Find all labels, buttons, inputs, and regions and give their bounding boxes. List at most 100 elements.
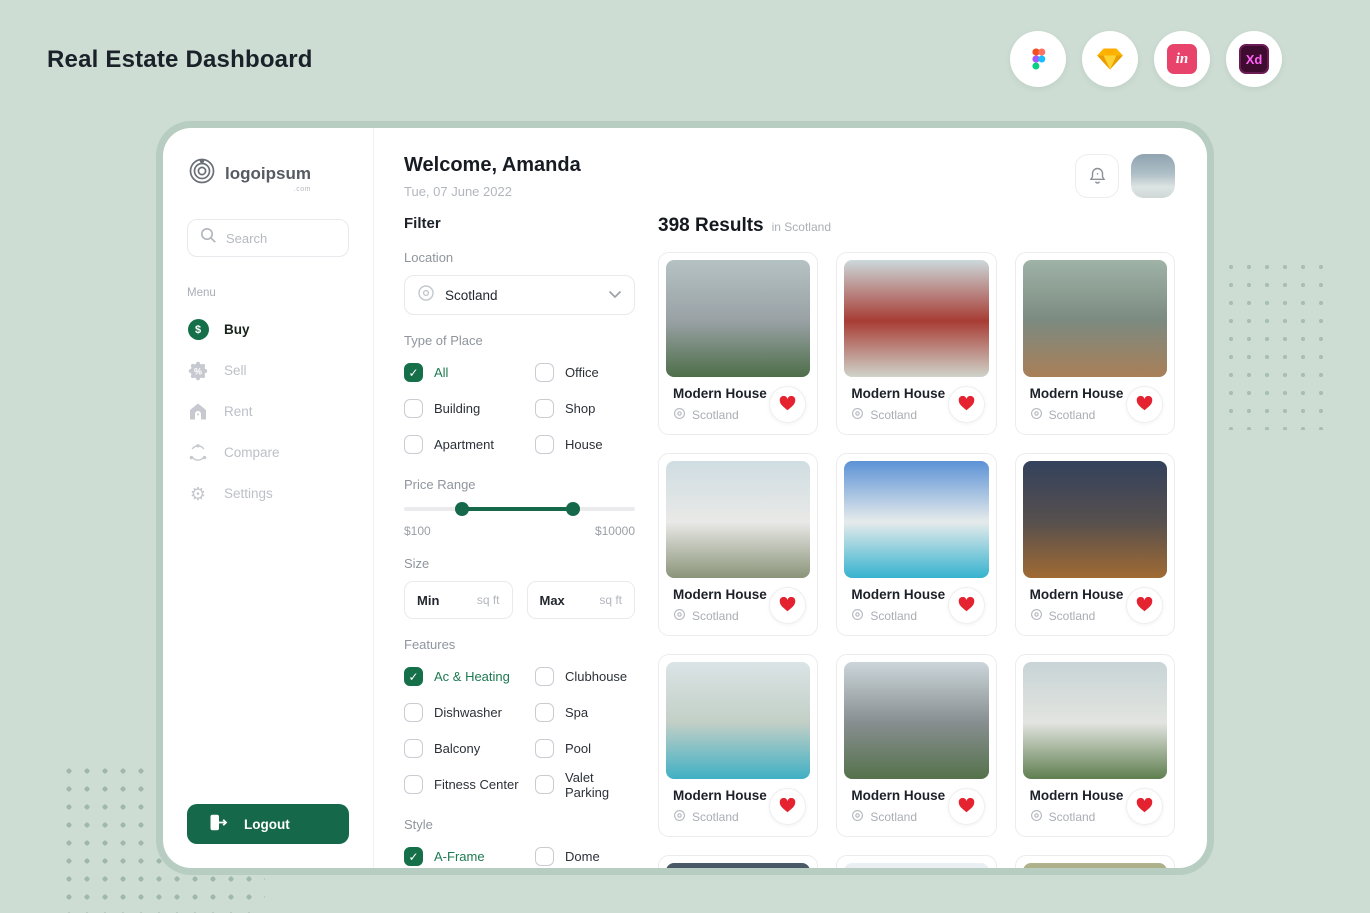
property-card[interactable]: Modern House Scotland: [658, 654, 818, 837]
checkbox-label: Valet Parking: [565, 770, 635, 800]
price-range-label: Price Range: [404, 477, 635, 492]
property-photo-modern-house-garden: [1023, 662, 1167, 779]
property-photo-gray-farmhouse: [844, 662, 988, 779]
property-title: Modern House: [673, 386, 767, 401]
property-location: Scotland: [870, 810, 917, 824]
location-value: Scotland: [445, 288, 498, 303]
checkbox-apartment[interactable]: Apartment: [404, 430, 535, 459]
checkbox-dishwasher[interactable]: Dishwasher: [404, 698, 535, 727]
property-card[interactable]: Modern HouseScotland: [1015, 855, 1175, 868]
features-group: ✓Ac & Heating Clubhouse Dishwasher SpaBalco…: [404, 662, 635, 799]
checkbox-label: Clubhouse: [565, 669, 627, 684]
favorite-button[interactable]: [769, 587, 806, 624]
logo-text: logoipsum .com: [225, 164, 311, 184]
checkbox-pool[interactable]: Pool: [535, 734, 635, 763]
menu-section-label: Menu: [187, 287, 349, 299]
heart-icon: [779, 798, 796, 816]
property-title: Modern House: [1030, 788, 1124, 803]
checkbox-building[interactable]: Building: [404, 394, 535, 423]
sketch-icon[interactable]: [1082, 31, 1138, 87]
style-group: ✓A-FrameDomeCottageSpanish: [404, 842, 635, 868]
property-card[interactable]: Modern HouseScotland: [1015, 654, 1175, 837]
property-location: Scotland: [692, 408, 739, 422]
favorite-button[interactable]: [948, 788, 985, 825]
checkbox-house[interactable]: House: [535, 430, 635, 459]
favorite-button[interactable]: [948, 587, 985, 624]
invision-icon[interactable]: in: [1154, 31, 1210, 87]
checkbox-label: All: [434, 365, 448, 380]
checkbox-all[interactable]: ✓All: [404, 358, 535, 387]
slider-handle-max[interactable]: [566, 502, 580, 516]
property-photo-white-modern-villa: [666, 461, 810, 578]
property-card[interactable]: Modern HouseScotland: [658, 855, 818, 868]
checkbox-shop[interactable]: Shop: [535, 394, 635, 423]
property-card[interactable]: Modern HouseScotland: [1015, 252, 1175, 435]
property-location: Scotland: [692, 609, 739, 623]
location-pin-icon: [417, 284, 435, 307]
property-card[interactable]: Modern House Scotland: [836, 453, 996, 636]
property-title: Modern House: [851, 587, 945, 602]
sidebar-item-buy[interactable]: $Buy: [187, 309, 349, 350]
size-min-input[interactable]: Min sq ft: [404, 581, 513, 619]
search-input[interactable]: [226, 231, 336, 246]
heart-icon: [958, 396, 975, 414]
svg-text:%: %: [194, 366, 202, 376]
property-photo-pool-palm-house: [666, 662, 810, 779]
property-card[interactable]: Modern HouseScotland: [836, 654, 996, 837]
size-max-input[interactable]: Max sq ft: [527, 581, 636, 619]
property-photo-red-roof-gables: [844, 863, 988, 868]
slider-handle-min[interactable]: [455, 502, 469, 516]
favorite-button[interactable]: [769, 386, 806, 423]
search-box[interactable]: [187, 219, 349, 257]
size-max-unit: sq ft: [599, 593, 622, 607]
app-badges: in Xd: [1010, 31, 1282, 87]
favorite-button[interactable]: [948, 386, 985, 423]
property-card[interactable]: Modern HouseScotland: [836, 252, 996, 435]
property-photo-red-cabin-meadow: [844, 260, 988, 377]
checked-checkbox-icon: ✓: [404, 667, 423, 686]
discount-badge-icon: %: [187, 361, 209, 381]
sidebar-item-sell[interactable]: % Sell: [187, 350, 349, 391]
checkbox-a-frame[interactable]: ✓A-Frame: [404, 842, 535, 868]
heart-icon: [779, 597, 796, 615]
location-select[interactable]: Scotland: [404, 275, 635, 315]
sidebar-item-settings[interactable]: ⚙Settings: [187, 473, 349, 514]
checkbox-fitness-center[interactable]: Fitness Center: [404, 770, 535, 799]
favorite-button[interactable]: [1126, 788, 1163, 825]
checkbox-office[interactable]: Office: [535, 358, 635, 387]
favorite-button[interactable]: [769, 788, 806, 825]
user-avatar[interactable]: [1131, 154, 1175, 198]
property-card[interactable]: Modern HouseScotland: [658, 453, 818, 636]
checkbox-dome[interactable]: Dome: [535, 842, 635, 868]
sidebar-item-label: Sell: [224, 363, 247, 378]
property-card[interactable]: Modern HouseScotland: [1015, 453, 1175, 636]
checkbox-clubhouse[interactable]: Clubhouse: [535, 662, 635, 691]
heart-icon: [958, 597, 975, 615]
checkbox-spa[interactable]: Spa: [535, 698, 635, 727]
property-title: Modern House: [673, 788, 767, 803]
location-pin-icon: [673, 608, 686, 624]
favorite-button[interactable]: [1126, 386, 1163, 423]
property-card[interactable]: Modern House Scotland: [658, 252, 818, 435]
sidebar-item-compare[interactable]: Compare: [187, 432, 349, 473]
dashboard-panel: logoipsum .com Menu $Buy% Sell RentCompare…: [163, 128, 1207, 868]
sidebar-item-label: Settings: [224, 486, 273, 501]
property-title: Modern House: [851, 386, 945, 401]
logout-button[interactable]: Logout: [187, 804, 349, 844]
checkbox-valet-parking[interactable]: Valet Parking: [535, 770, 635, 799]
checkbox-label: Dishwasher: [434, 705, 502, 720]
figma-icon[interactable]: [1010, 31, 1066, 87]
results-scope: in Scotland: [772, 220, 831, 234]
favorite-button[interactable]: [1126, 587, 1163, 624]
notifications-button[interactable]: [1075, 154, 1119, 198]
slider-active-range: [462, 507, 573, 511]
sidebar-item-rent[interactable]: Rent: [187, 391, 349, 432]
adobe-xd-icon[interactable]: Xd: [1226, 31, 1282, 87]
logo-suffix: .com: [294, 186, 311, 193]
property-location: Scotland: [870, 609, 917, 623]
checkbox-balcony[interactable]: Balcony: [404, 734, 535, 763]
heart-icon: [958, 798, 975, 816]
checkbox-ac-heating[interactable]: ✓Ac & Heating: [404, 662, 535, 691]
property-card[interactable]: Modern HouseScotland: [836, 855, 996, 868]
property-location: Scotland: [692, 810, 739, 824]
